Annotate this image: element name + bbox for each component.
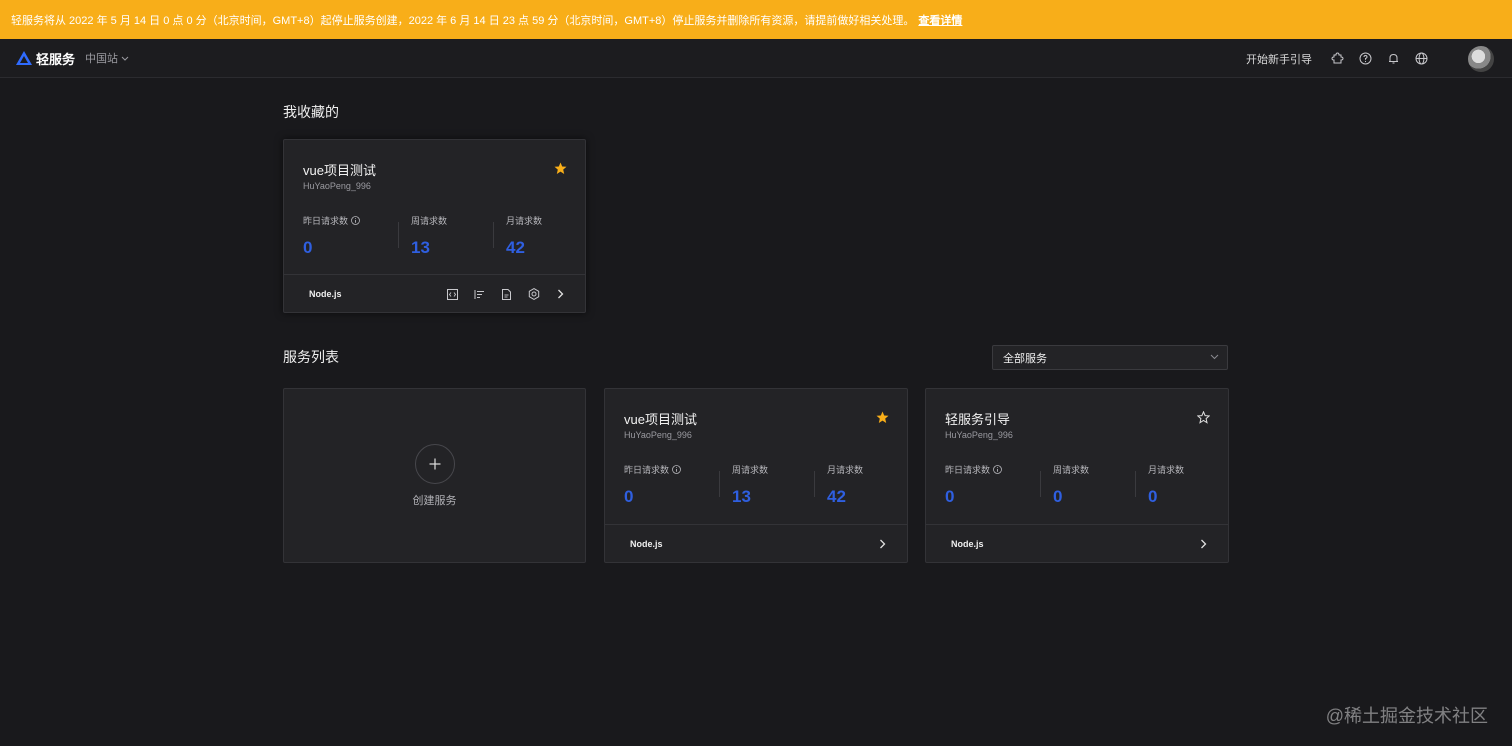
create-service-label: 创建服务 [412,494,457,507]
chevron-right-icon[interactable] [876,538,889,551]
help-icon[interactable] [1358,52,1372,66]
region-selector[interactable]: 中国站 [85,50,129,66]
stat-value: 42 [827,487,846,506]
service-filter-select[interactable]: 全部服务 [992,345,1228,370]
info-icon[interactable] [993,465,1002,474]
favorites-title: 我收藏的 [283,104,339,120]
stat-value: 13 [732,487,751,506]
logo-icon [16,51,32,65]
bell-icon[interactable] [1386,52,1400,66]
start-guide-link[interactable]: 开始新手引导 [1246,51,1312,67]
stat-value: 0 [1053,487,1063,506]
stat-value: 13 [411,238,430,257]
deprecation-banner: 轻服务将从 2022 年 5 月 14 日 0 点 0 分（北京时间，GMT+8… [0,0,1512,39]
stat-week: 周请求数 0 [1040,463,1135,507]
brand[interactable]: 轻服务 [16,49,75,68]
favorite-service-card[interactable]: vue项目测试 HuYaoPeng_996 昨日请求数 0 周请求数 13 月请… [283,139,586,313]
runtime-label: Node.js [951,538,984,549]
service-name: vue项目测试 [303,163,376,178]
service-card[interactable]: 轻服务引导 HuYaoPeng_996 昨日请求数 0 周请求数 0 月请求数 … [925,388,1229,563]
settings-icon[interactable] [527,288,540,301]
stat-label: 月请求数 [506,216,543,226]
services-title: 服务列表 [283,349,339,365]
stat-month: 月请求数 42 [814,463,909,507]
service-name: vue项目测试 [624,412,697,427]
request-stats: 昨日请求数 0 周请求数 0 月请求数 0 [945,463,1230,507]
stat-label: 周请求数 [411,216,448,226]
doc-icon[interactable] [500,288,513,301]
runtime-label: Node.js [630,538,663,549]
service-owner: HuYaoPeng_996 [303,181,371,191]
stat-label: 月请求数 [827,465,864,475]
stat-label: 月请求数 [1148,465,1185,475]
info-icon[interactable] [672,465,681,474]
service-owner: HuYaoPeng_996 [624,430,692,440]
card-footer: Node.js [605,524,907,562]
brand-name: 轻服务 [36,51,76,67]
star-outline-icon[interactable] [1197,411,1210,424]
banner-text: 轻服务将从 2022 年 5 月 14 日 0 点 0 分（北京时间，GMT+8… [11,14,915,27]
stat-label: 昨日请求数 [945,465,991,475]
service-owner: HuYaoPeng_996 [945,430,1013,440]
stat-yesterday: 昨日请求数 0 [624,463,719,507]
stat-week: 周请求数 13 [398,214,493,258]
top-navigation-bar: 轻服务 中国站 开始新手引导 [0,39,1512,78]
watermark: @稀土掘金技术社区 [1325,706,1488,726]
stat-month: 月请求数 42 [493,214,588,258]
chevron-down-icon [121,56,129,61]
stat-label: 昨日请求数 [624,465,670,475]
code-icon[interactable] [446,288,459,301]
stat-label: 周请求数 [732,465,769,475]
card-actions [862,525,889,563]
list-icon[interactable] [473,288,486,301]
region-label: 中国站 [85,53,119,65]
stat-value: 0 [624,487,634,506]
stat-month: 月请求数 0 [1135,463,1230,507]
request-stats: 昨日请求数 0 周请求数 13 月请求数 42 [303,214,588,258]
plugin-icon[interactable] [1330,52,1344,66]
stat-week: 周请求数 13 [719,463,814,507]
service-name: 轻服务引导 [945,412,1011,427]
stat-yesterday: 昨日请求数 0 [945,463,1040,507]
stat-label: 昨日请求数 [303,216,349,226]
stat-value: 0 [945,487,955,506]
stat-yesterday: 昨日请求数 0 [303,214,398,258]
card-footer: Node.js [926,524,1228,562]
info-icon[interactable] [351,216,360,225]
filter-value: 全部服务 [1003,352,1047,365]
card-actions [1183,525,1210,563]
add-icon [414,443,455,484]
chevron-down-icon [1210,354,1219,360]
stat-value: 0 [1148,487,1158,506]
chevron-right-icon[interactable] [554,288,567,301]
star-filled-icon[interactable] [876,411,889,424]
stat-value: 0 [303,238,313,257]
star-filled-icon[interactable] [554,162,567,175]
stat-label: 周请求数 [1053,465,1090,475]
banner-details-link[interactable]: 查看详情 [918,12,962,28]
service-card[interactable]: vue项目测试 HuYaoPeng_996 昨日请求数 0 周请求数 13 月请… [604,388,908,563]
create-service-card[interactable]: 创建服务 [283,388,586,563]
stat-value: 42 [506,238,525,257]
topbar-tools: 开始新手引导 [1246,39,1512,78]
avatar[interactable] [1468,45,1494,72]
card-footer: Node.js [284,274,585,312]
chevron-right-icon[interactable] [1197,538,1210,551]
request-stats: 昨日请求数 0 周请求数 13 月请求数 42 [624,463,909,507]
runtime-label: Node.js [309,288,342,299]
card-actions [432,275,567,313]
globe-icon[interactable] [1414,52,1428,66]
